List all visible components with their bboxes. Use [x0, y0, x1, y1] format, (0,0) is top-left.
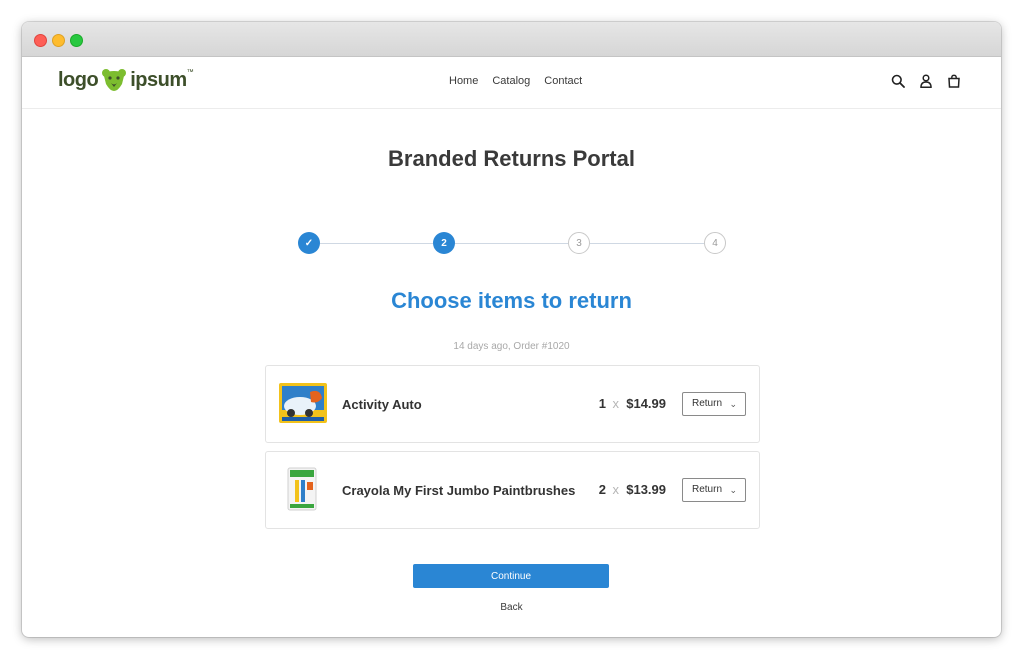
minimize-window-button[interactable] — [52, 34, 65, 47]
item-quantity: 2 — [598, 482, 606, 497]
site-logo[interactable]: logo ipsum ™ — [58, 68, 194, 92]
step-connector — [320, 243, 433, 244]
step-1-complete-checkmark-icon: ✓ — [298, 232, 320, 254]
search-icon[interactable] — [891, 74, 905, 88]
main-nav: Home Catalog Contact — [449, 75, 582, 87]
page-title: Branded Returns Portal — [388, 146, 635, 171]
return-action-dropdown[interactable]: Return ⌄ — [682, 392, 746, 416]
product-image-crayola-paintbrushes — [287, 467, 317, 511]
return-action-value: Return — [692, 484, 723, 495]
section-title: Choose items to return — [391, 288, 632, 313]
step-connector — [590, 243, 704, 244]
step-3: 3 — [568, 232, 590, 254]
back-link[interactable]: Back — [22, 602, 1001, 613]
item-name: Crayola My First Jumbo Paintbrushes — [342, 483, 576, 498]
account-icon[interactable] — [919, 74, 933, 88]
item-name: Activity Auto — [342, 397, 422, 412]
return-action-dropdown[interactable]: Return ⌄ — [682, 478, 746, 502]
chevron-down-icon: ⌄ — [729, 485, 737, 495]
browser-window: logo ipsum ™ Home Catalog Contact Brande… — [22, 22, 1001, 637]
multiply-sign: x — [612, 396, 620, 411]
order-meta: 14 days ago, Order #1020 — [453, 341, 570, 352]
item-price: $14.99 — [626, 396, 666, 411]
nav-link-home[interactable]: Home — [449, 75, 478, 87]
logo-text-right: ipsum — [130, 68, 187, 91]
logo-text-left: logo — [58, 68, 99, 91]
return-action-value: Return — [692, 398, 723, 409]
header-icons — [891, 74, 961, 88]
site-header: logo ipsum ™ Home Catalog Contact — [22, 57, 1001, 109]
item-quantity: 1 — [598, 396, 606, 411]
nav-link-contact[interactable]: Contact — [544, 75, 582, 87]
step-connector — [455, 243, 568, 244]
continue-button[interactable]: Continue — [413, 564, 609, 588]
chevron-down-icon: ⌄ — [729, 399, 737, 409]
item-price: $13.99 — [626, 482, 666, 497]
progress-stepper: ✓ 2 3 4 — [298, 232, 726, 256]
zoom-window-button[interactable] — [70, 34, 83, 47]
multiply-sign: x — [612, 482, 620, 497]
logo-trademark: ™ — [186, 68, 194, 76]
window-titlebar — [22, 22, 1001, 57]
return-item-row: Activity Auto 1 x $14.99 Return ⌄ — [265, 365, 760, 443]
close-window-button[interactable] — [34, 34, 47, 47]
return-item-row: Crayola My First Jumbo Paintbrushes 2 x … — [265, 451, 760, 529]
bear-logo-icon — [102, 69, 127, 91]
step-2-current: 2 — [433, 232, 455, 254]
cart-icon[interactable] — [947, 74, 961, 88]
product-image-activity-auto — [279, 383, 327, 423]
step-4: 4 — [704, 232, 726, 254]
nav-link-catalog[interactable]: Catalog — [492, 75, 530, 87]
